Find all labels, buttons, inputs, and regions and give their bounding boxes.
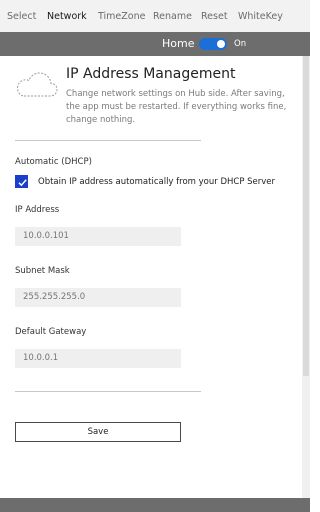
ip-address-label: IP Address <box>15 205 60 215</box>
home-label: Home <box>162 37 195 50</box>
page-title: IP Address Management <box>66 66 236 82</box>
toggle-knob <box>217 40 225 48</box>
home-toggle[interactable] <box>199 38 227 50</box>
toggle-state-label: On <box>234 39 247 49</box>
nav-item-select[interactable]: Select <box>7 11 36 22</box>
default-gateway-input[interactable] <box>15 349 181 368</box>
nav-item-reset[interactable]: Reset <box>201 11 228 22</box>
page-description: Change network settings on Hub side. Aft… <box>66 89 287 125</box>
checkmark-icon <box>18 179 27 187</box>
dhcp-section-label: Automatic (DHCP) <box>15 157 92 167</box>
dhcp-checkbox-label[interactable]: Obtain IP address automatically from you… <box>38 177 275 187</box>
ip-address-input[interactable] <box>15 227 181 246</box>
subnet-mask-label: Subnet Mask <box>15 266 70 276</box>
save-button[interactable]: Save <box>15 422 181 442</box>
subnet-mask-input[interactable] <box>15 288 181 307</box>
nav-item-network[interactable]: Network <box>47 11 87 22</box>
nav-item-whitekey[interactable]: WhiteKey <box>238 11 283 22</box>
scrollbar-thumb[interactable] <box>303 56 309 376</box>
nav-item-rename[interactable]: Rename <box>153 11 192 22</box>
divider-bottom <box>15 391 201 392</box>
nav-item-timezone[interactable]: TimeZone <box>98 11 145 22</box>
default-gateway-label: Default Gateway <box>15 327 87 337</box>
home-strip: Home On <box>0 32 310 56</box>
dhcp-checkbox[interactable] <box>15 175 28 188</box>
top-nav: Select Network TimeZone Rename Reset Whi… <box>0 0 310 32</box>
cloud-icon <box>14 70 58 100</box>
divider-top <box>15 140 201 141</box>
bottom-bar <box>0 498 310 512</box>
